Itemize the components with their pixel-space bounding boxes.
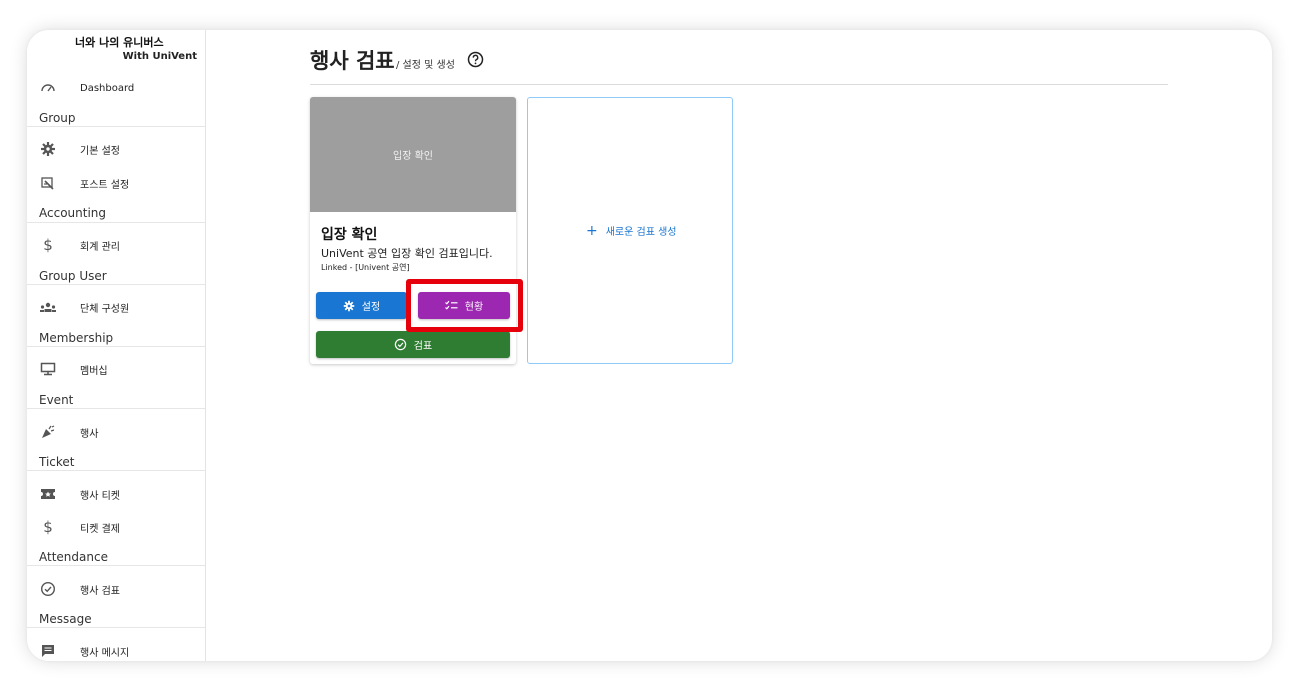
speedometer-icon — [39, 79, 57, 97]
sidebar-item-group-members[interactable]: 단체 구성원 — [27, 294, 205, 320]
section-title-attendance: Attendance — [39, 550, 108, 564]
section-title-group: Group — [39, 111, 76, 125]
section-title-message: Message — [39, 612, 92, 626]
sidebar-item-label: 멤버십 — [80, 365, 108, 377]
group-icon — [39, 298, 57, 316]
app-window: 너와 나의 유니버스 With UniVent Dashboard Group … — [27, 30, 1272, 661]
divider — [27, 470, 205, 471]
sidebar-item-label: 회계 관리 — [80, 241, 120, 253]
checklist-icon — [444, 300, 458, 310]
sidebar-item-ticket-payment[interactable]: $ 티켓 결제 — [27, 514, 205, 540]
plus-icon: + — [586, 222, 598, 239]
check-ticket-button-label: 검표 — [413, 341, 433, 352]
sidebar-item-event-check[interactable]: 행사 검표 — [27, 576, 205, 602]
status-button-label: 현황 — [464, 302, 484, 313]
title-divider — [310, 84, 1168, 85]
section-title-group-user: Group User — [39, 269, 107, 283]
check-circle-icon — [394, 338, 407, 351]
sidebar-item-label: 행사 티켓 — [80, 490, 120, 502]
sidebar-item-post-settings[interactable]: 포스트 설정 — [27, 170, 205, 196]
sidebar-item-basic-settings[interactable]: 기본 설정 — [27, 136, 205, 162]
sidebar-item-label: 행사 검표 — [80, 585, 120, 597]
gear-icon — [343, 300, 355, 311]
sidebar-item-event-ticket[interactable]: 행사 티켓 — [27, 481, 205, 507]
new-check-action[interactable]: + 새로운 검표 생성 — [586, 222, 677, 239]
dollar-icon: $ — [43, 236, 53, 254]
party-icon — [39, 423, 57, 441]
check-ticket-button[interactable]: 검표 — [316, 331, 510, 358]
sidebar-item-accounting[interactable]: $ 회계 관리 — [27, 232, 205, 258]
card-linked-event: Linked - [Univent 공연] — [321, 263, 410, 272]
card-description: UniVent 공연 입장 확인 검표입니다. — [321, 247, 493, 260]
sidebar-item-event[interactable]: 행사 — [27, 419, 205, 445]
divider — [27, 126, 205, 127]
dollar-icon: $ — [43, 518, 53, 536]
sidebar-item-label: 포스트 설정 — [80, 179, 130, 191]
divider — [27, 408, 205, 409]
section-title-event: Event — [39, 393, 74, 407]
settings-button-label: 설정 — [361, 302, 381, 313]
ticket-icon — [39, 485, 57, 503]
card-title: 입장 확인 — [321, 227, 378, 243]
brand-title: 너와 나의 유니버스 — [75, 36, 164, 49]
new-check-card[interactable]: + 새로운 검표 생성 — [527, 97, 733, 364]
divider — [27, 565, 205, 566]
sidebar-item-label: 행사 — [80, 428, 99, 440]
divider — [27, 627, 205, 628]
sidebar-item-label: 기본 설정 — [80, 145, 120, 157]
section-title-membership: Membership — [39, 331, 114, 345]
help-circle-icon[interactable] — [467, 51, 484, 68]
status-button[interactable]: 현황 — [418, 292, 510, 319]
message-icon — [39, 642, 57, 660]
new-check-label: 새로운 검표 생성 — [605, 227, 677, 238]
card-image-text: 입장 확인 — [393, 151, 433, 162]
divider — [27, 284, 205, 285]
page-title: 행사 검표 — [310, 49, 395, 73]
divider — [27, 222, 205, 223]
post-edit-icon — [39, 174, 57, 192]
brand-subtitle: With UniVent — [122, 51, 197, 62]
check-circle-icon — [39, 580, 57, 598]
settings-button[interactable]: 설정 — [316, 292, 407, 319]
divider — [27, 346, 205, 347]
card-image: 입장 확인 — [310, 97, 516, 212]
sidebar-item-event-message[interactable]: 행사 메시지 — [27, 638, 205, 661]
gear-icon — [39, 140, 57, 158]
event-check-card: 입장 확인 입장 확인 UniVent 공연 입장 확인 검표입니다. Link… — [310, 97, 516, 364]
sidebar-item-label: Dashboard — [80, 82, 135, 94]
sidebar-item-label: 티켓 결제 — [80, 523, 120, 535]
section-title-accounting: Accounting — [39, 206, 107, 220]
sidebar-item-label: 단체 구성원 — [80, 303, 130, 315]
sidebar-item-dashboard[interactable]: Dashboard — [27, 75, 205, 101]
card-icon — [39, 360, 57, 378]
breadcrumb: / 설정 및 생성 — [396, 60, 455, 71]
section-title-ticket: Ticket — [39, 455, 75, 469]
sidebar-item-membership[interactable]: 멤버십 — [27, 356, 205, 382]
sidebar-item-label: 행사 메시지 — [80, 647, 130, 659]
sidebar: 너와 나의 유니버스 With UniVent Dashboard Group … — [27, 30, 206, 661]
